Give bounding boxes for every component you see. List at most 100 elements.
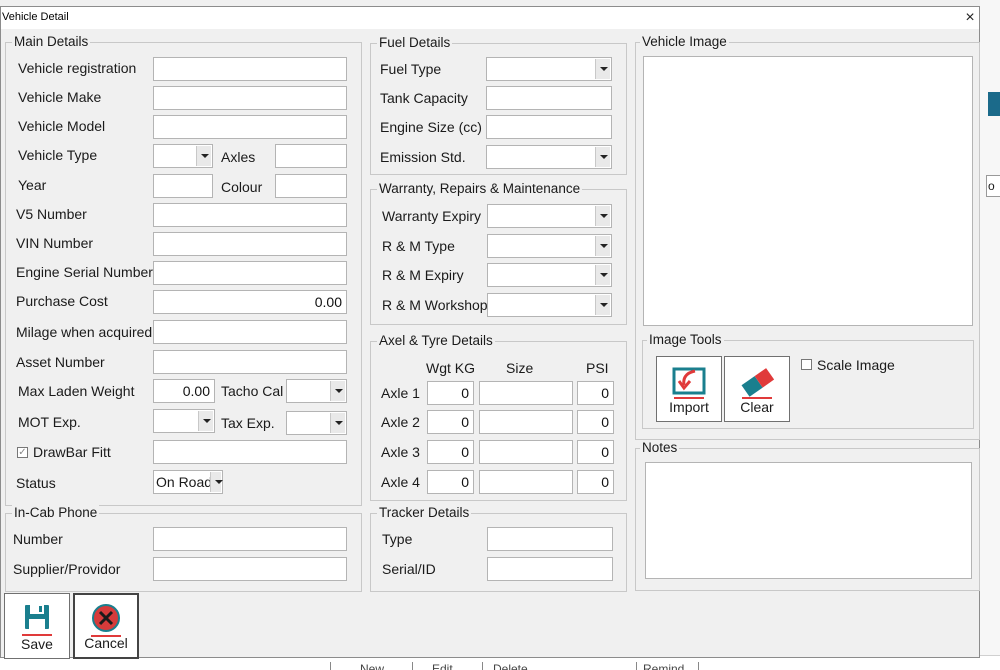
tacho-cal-select[interactable] <box>286 379 347 403</box>
status-value: On Road <box>156 474 213 490</box>
drawbar-label: DrawBar Fitt <box>33 444 111 460</box>
axle-size-input[interactable] <box>479 410 573 434</box>
axle-psi-input[interactable] <box>577 470 614 494</box>
warranty-expiry-label: Warranty Expiry <box>382 208 482 224</box>
background-teal-header <box>988 92 1000 116</box>
wgt-column-header: Wgt KG <box>426 360 476 376</box>
emission-std-select[interactable] <box>486 145 612 169</box>
size-column-header: Size <box>506 360 534 376</box>
tank-capacity-input[interactable] <box>486 86 612 110</box>
supplier-label: Supplier/Providor <box>13 561 121 577</box>
axle-psi-input[interactable] <box>577 440 614 464</box>
vin-number-label: VIN Number <box>16 235 94 251</box>
title-bar[interactable]: Vehicle Detail × <box>1 7 979 29</box>
background-separator <box>698 662 699 670</box>
v5-number-input[interactable] <box>153 203 347 227</box>
in-cab-phone-group: In-Cab Phone Number Supplier/Providor <box>5 505 362 592</box>
fuel-details-legend: Fuel Details <box>377 35 453 51</box>
purchase-cost-label: Purchase Cost <box>16 293 108 309</box>
chevron-down-icon[interactable] <box>198 411 213 431</box>
supplier-input[interactable] <box>153 557 347 581</box>
fuel-type-select[interactable] <box>486 57 612 81</box>
background-separator <box>482 662 483 670</box>
axle-weight-input[interactable] <box>427 440 474 464</box>
chevron-down-icon[interactable] <box>210 472 223 492</box>
mot-exp-select[interactable] <box>153 409 215 433</box>
chevron-down-icon[interactable] <box>595 236 610 256</box>
colour-input[interactable] <box>275 174 347 198</box>
vehicle-registration-input[interactable] <box>153 57 347 81</box>
rm-workshop-label: R & M Workshop <box>382 297 488 313</box>
axle-size-input[interactable] <box>479 440 573 464</box>
engine-size-input[interactable] <box>486 115 612 139</box>
axle-weight-input[interactable] <box>427 381 474 405</box>
image-tools-group: Image Tools Import Clear Scale Image <box>642 332 974 429</box>
axle-size-input[interactable] <box>479 381 573 405</box>
psi-column-header: PSI <box>586 360 609 376</box>
background-separator <box>636 662 637 670</box>
tracker-details-group: Tracker Details Type Serial/ID <box>370 505 627 592</box>
tax-exp-select[interactable] <box>286 411 347 435</box>
cancel-button[interactable]: Cancel <box>73 593 139 659</box>
axle-psi-input[interactable] <box>577 381 614 405</box>
max-laden-weight-input[interactable] <box>153 379 215 403</box>
scale-image-label: Scale Image <box>817 357 895 373</box>
tracker-type-input[interactable] <box>487 527 613 551</box>
tracker-details-legend: Tracker Details <box>377 505 472 521</box>
purchase-cost-input[interactable] <box>153 290 347 314</box>
chevron-down-icon[interactable] <box>595 59 610 79</box>
vehicle-make-input[interactable] <box>153 86 347 110</box>
year-label: Year <box>18 177 47 193</box>
engine-serial-label: Engine Serial Number <box>16 264 153 280</box>
asset-number-input[interactable] <box>153 350 347 374</box>
clear-button[interactable]: Clear <box>724 356 790 422</box>
mot-exp-label: MOT Exp. <box>18 414 81 430</box>
status-select[interactable]: On Road <box>153 470 223 494</box>
fuel-details-group: Fuel Details Fuel Type Tank Capacity Eng… <box>370 35 627 175</box>
import-button-label: Import <box>669 399 709 415</box>
chevron-down-icon[interactable] <box>595 265 610 285</box>
axles-input[interactable] <box>275 144 347 168</box>
rm-workshop-select[interactable] <box>487 293 612 317</box>
vehicle-image-preview[interactable] <box>643 56 973 326</box>
tank-capacity-label: Tank Capacity <box>380 90 468 106</box>
vehicle-model-input[interactable] <box>153 115 347 139</box>
tax-exp-label: Tax Exp. <box>221 415 275 431</box>
main-details-group: Main Details Vehicle registration Vehicl… <box>5 34 362 506</box>
chevron-down-icon[interactable] <box>595 295 610 315</box>
drawbar-checkbox[interactable]: ✓ <box>17 447 28 458</box>
close-button[interactable]: × <box>961 7 979 29</box>
rm-type-label: R & M Type <box>382 238 455 254</box>
chevron-down-icon[interactable] <box>330 381 345 401</box>
axle-weight-input[interactable] <box>427 410 474 434</box>
rm-expiry-select[interactable] <box>487 263 612 287</box>
close-icon: × <box>965 9 975 26</box>
save-button[interactable]: Save <box>4 593 70 659</box>
rm-type-select[interactable] <box>487 234 612 258</box>
axle-weight-input[interactable] <box>427 470 474 494</box>
phone-number-input[interactable] <box>153 527 347 551</box>
scale-image-checkbox[interactable] <box>801 359 812 370</box>
drawbar-input[interactable] <box>153 440 347 464</box>
axle-size-input[interactable] <box>479 470 573 494</box>
chevron-down-icon[interactable] <box>330 413 345 433</box>
milage-acquired-input[interactable] <box>153 320 347 344</box>
chevron-down-icon[interactable] <box>595 147 610 167</box>
fuel-type-label: Fuel Type <box>380 61 442 77</box>
year-input[interactable] <box>153 174 213 198</box>
tacho-cal-label: Tacho Cal <box>221 383 284 399</box>
import-button[interactable]: Import <box>656 356 722 422</box>
notes-textarea[interactable] <box>645 462 972 579</box>
axle-psi-input[interactable] <box>577 410 614 434</box>
axles-label: Axles <box>221 149 256 165</box>
engine-serial-input[interactable] <box>153 261 347 285</box>
vehicle-type-select[interactable] <box>153 144 213 168</box>
chevron-down-icon[interactable] <box>595 206 610 226</box>
eraser-icon <box>741 368 775 399</box>
chevron-down-icon[interactable] <box>196 146 211 166</box>
background-separator <box>330 662 331 670</box>
vin-number-input[interactable] <box>153 232 347 256</box>
tracker-serial-input[interactable] <box>487 557 613 581</box>
axle-row-label: Axle 1 <box>381 385 420 401</box>
warranty-expiry-select[interactable] <box>487 204 612 228</box>
